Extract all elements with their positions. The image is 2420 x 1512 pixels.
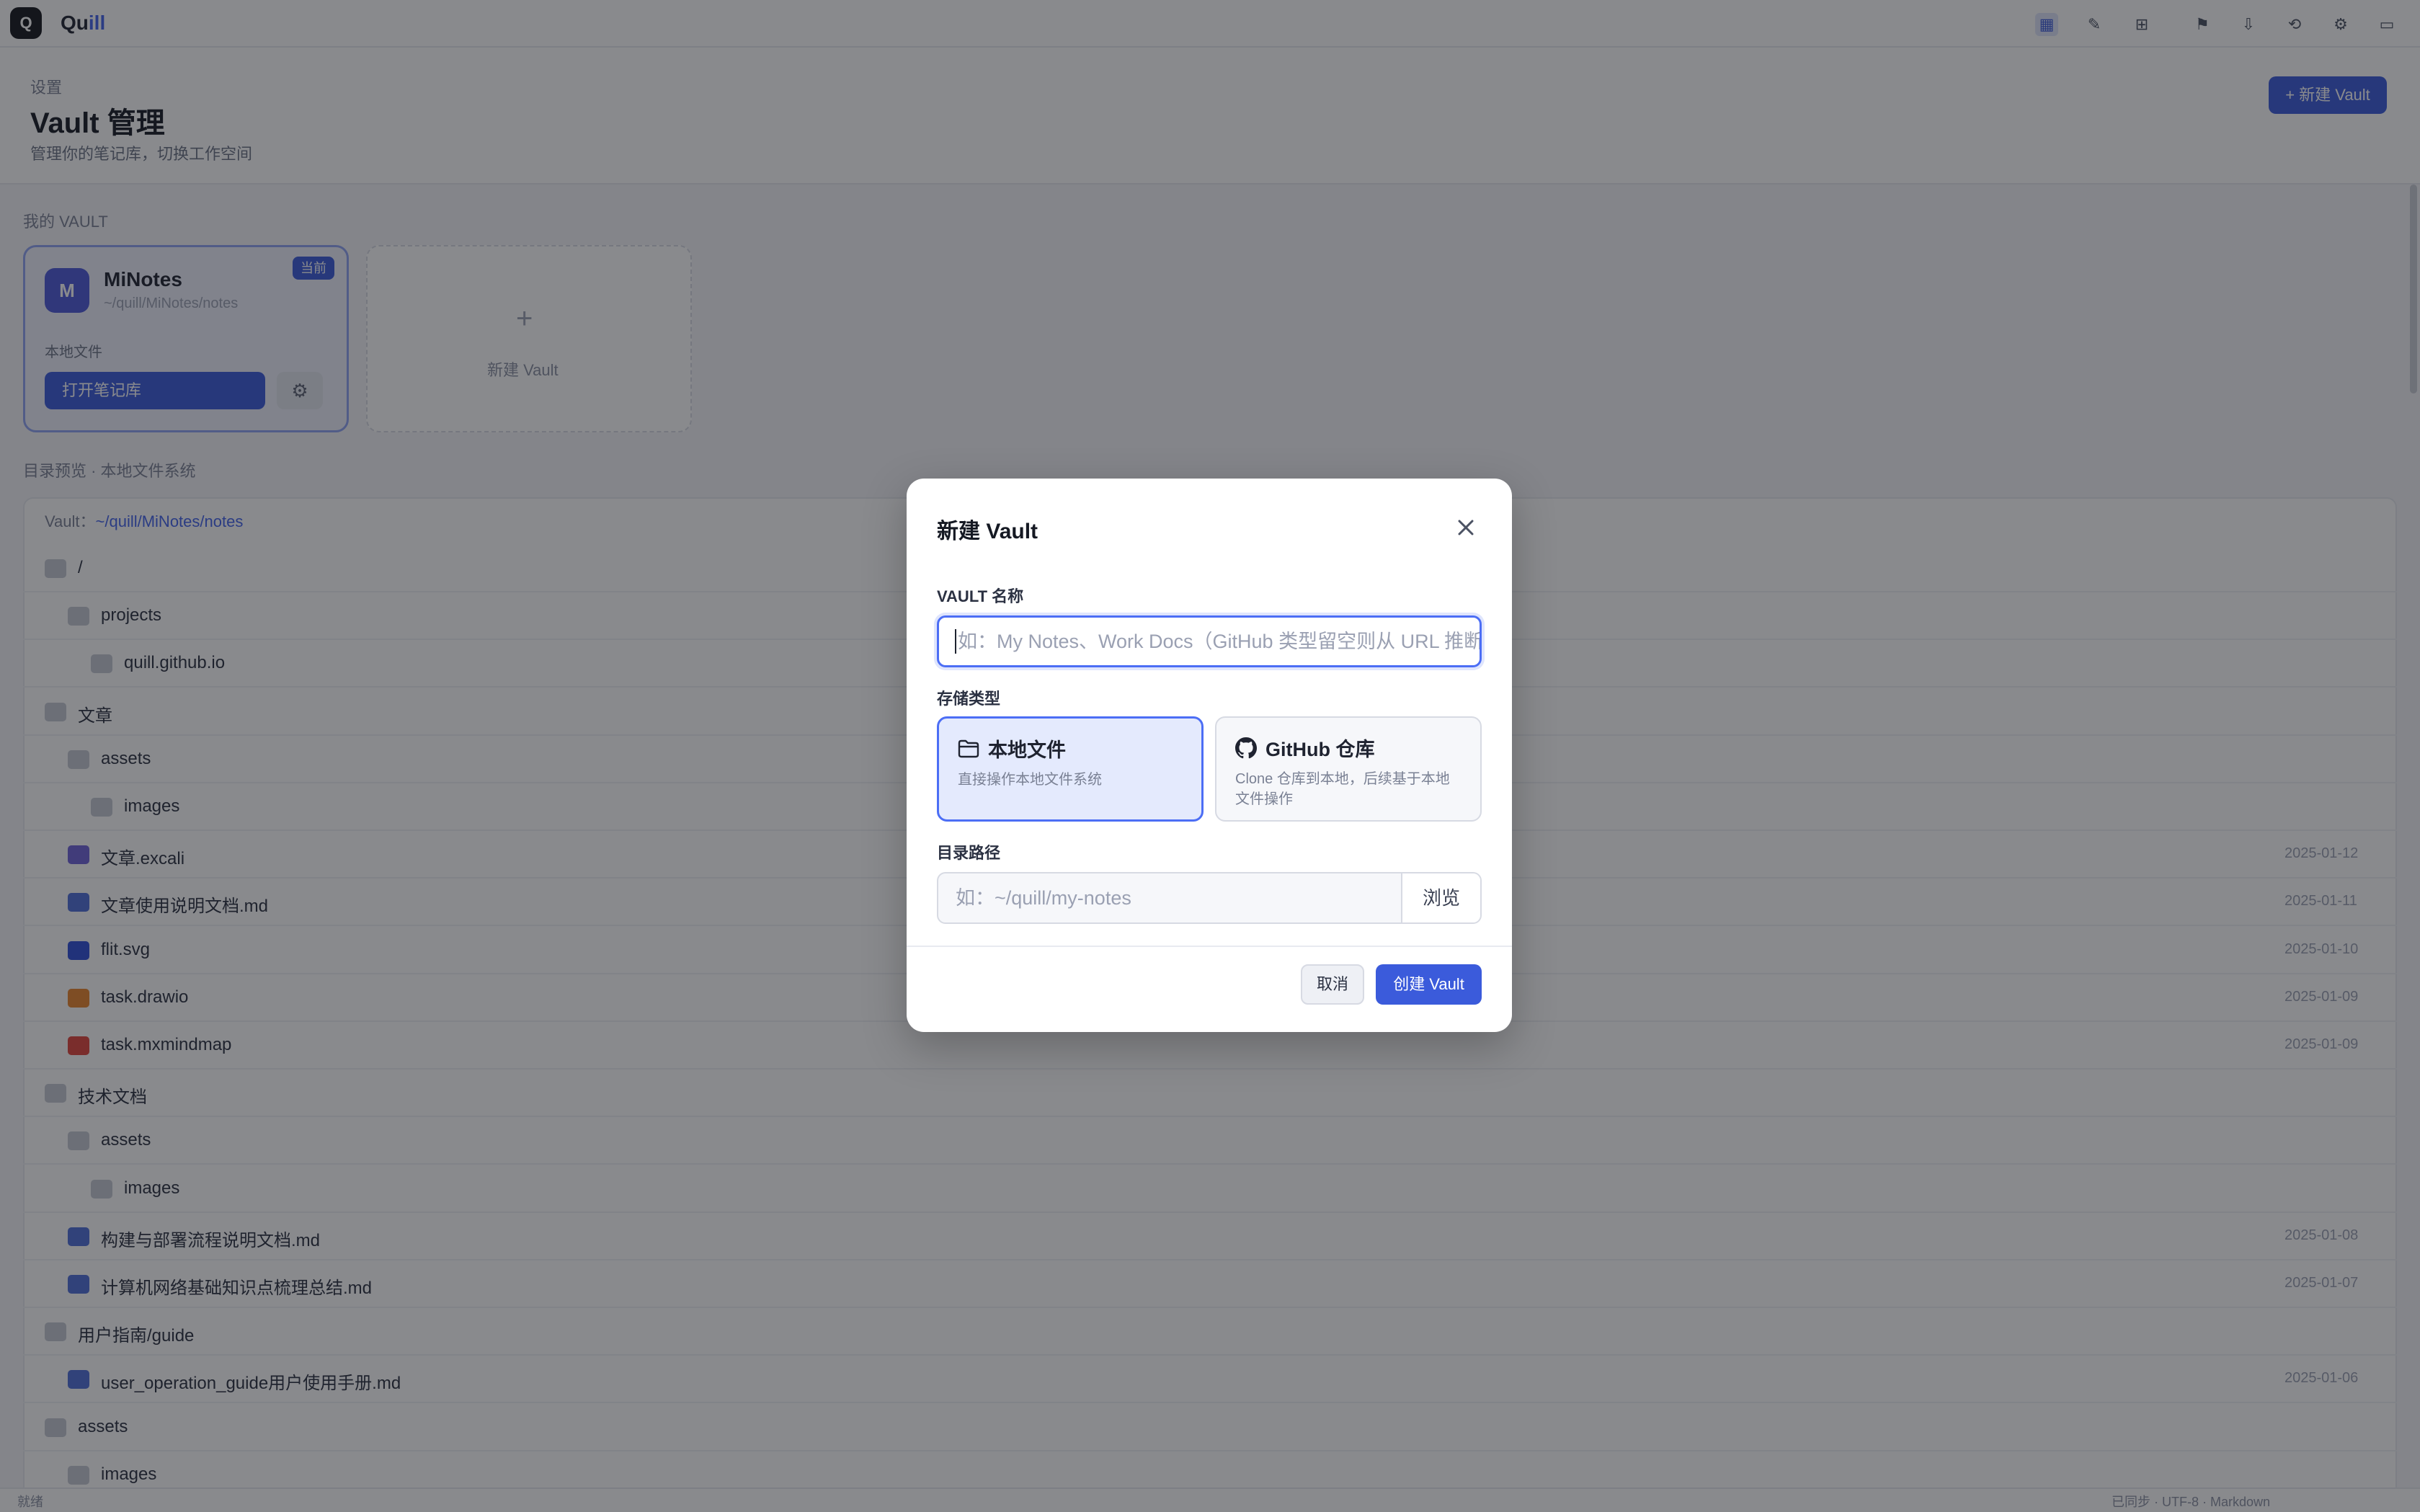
github-icon [1235,737,1257,758]
vault-name-field[interactable] [937,615,1482,667]
storage-option-local[interactable]: 本地文件 直接操作本地文件系统 [937,716,1204,822]
directory-path-field[interactable]: 浏览 [937,872,1482,924]
cancel-button[interactable]: 取消 [1301,964,1364,1005]
storage-option-title: 本地文件 [988,739,1066,761]
dialog-footer-divider [907,946,1512,947]
vault-name-input[interactable] [958,630,1480,653]
create-vault-button[interactable]: 创建 Vault [1376,964,1482,1005]
storage-option-desc: Clone 仓库到本地，后续基于本地文件操作 [1235,771,1450,807]
storage-option-title: GitHub 仓库 [1265,739,1375,760]
new-vault-dialog: 新建 Vault VAULT 名称 存储类型 本地文件 直接操作本地文件系统 G… [907,479,1512,1032]
dialog-title: 新建 Vault [937,520,1038,543]
vault-name-label: VAULT 名称 [937,587,1024,605]
text-caret [955,629,956,654]
close-icon[interactable] [1450,512,1482,543]
storage-type-label: 存储类型 [937,690,1001,708]
storage-option-github[interactable]: GitHub 仓库 Clone 仓库到本地，后续基于本地文件操作 [1215,716,1482,822]
folder-icon [958,739,979,757]
browse-button[interactable]: 浏览 [1401,873,1480,922]
directory-path-label: 目录路径 [937,844,1001,862]
directory-path-input[interactable] [938,873,1401,922]
storage-option-desc: 直接操作本地文件系统 [958,772,1102,788]
